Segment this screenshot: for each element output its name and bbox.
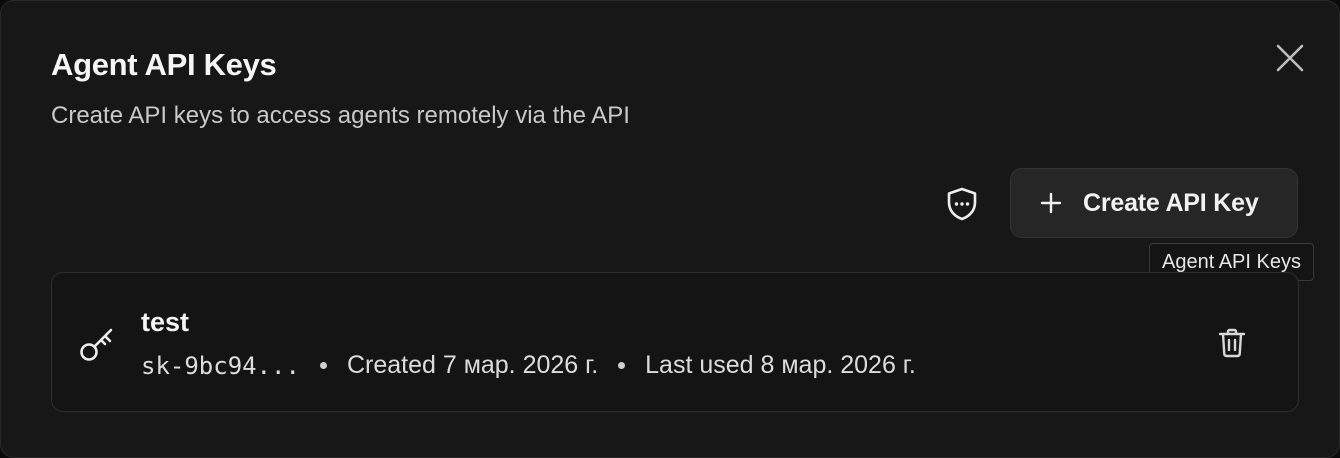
security-button[interactable] <box>939 181 985 227</box>
api-key-created: Created 7 мар. 2026 г. <box>346 351 599 379</box>
api-key-prefix: sk-9bc94... <box>141 351 300 380</box>
key-icon <box>80 328 113 361</box>
separator-dot <box>618 362 626 369</box>
dialog-title: Agent API Keys <box>51 47 277 82</box>
api-key-meta: sk-9bc94... Created 7 мар. 2026 г. Last … <box>141 351 916 380</box>
api-key-last-used: Last used 8 мар. 2026 г. <box>645 351 916 379</box>
api-keys-dialog: Agent API Keys Create API keys to access… <box>0 0 1340 458</box>
dialog-subtitle: Create API keys to access agents remotel… <box>51 102 630 129</box>
api-key-name: test <box>141 307 190 337</box>
shield-icon <box>947 187 977 221</box>
trash-icon <box>1218 328 1246 358</box>
create-api-key-label: Create API Key <box>1083 188 1259 217</box>
create-api-key-button[interactable]: Create API Key <box>1010 168 1298 238</box>
plus-icon <box>1039 191 1063 215</box>
api-key-row: test sk-9bc94... Created 7 мар. 2026 г. … <box>51 272 1299 412</box>
close-icon <box>1276 44 1304 72</box>
close-button[interactable] <box>1269 37 1311 79</box>
separator-dot <box>319 362 327 369</box>
delete-key-button[interactable] <box>1212 323 1252 363</box>
